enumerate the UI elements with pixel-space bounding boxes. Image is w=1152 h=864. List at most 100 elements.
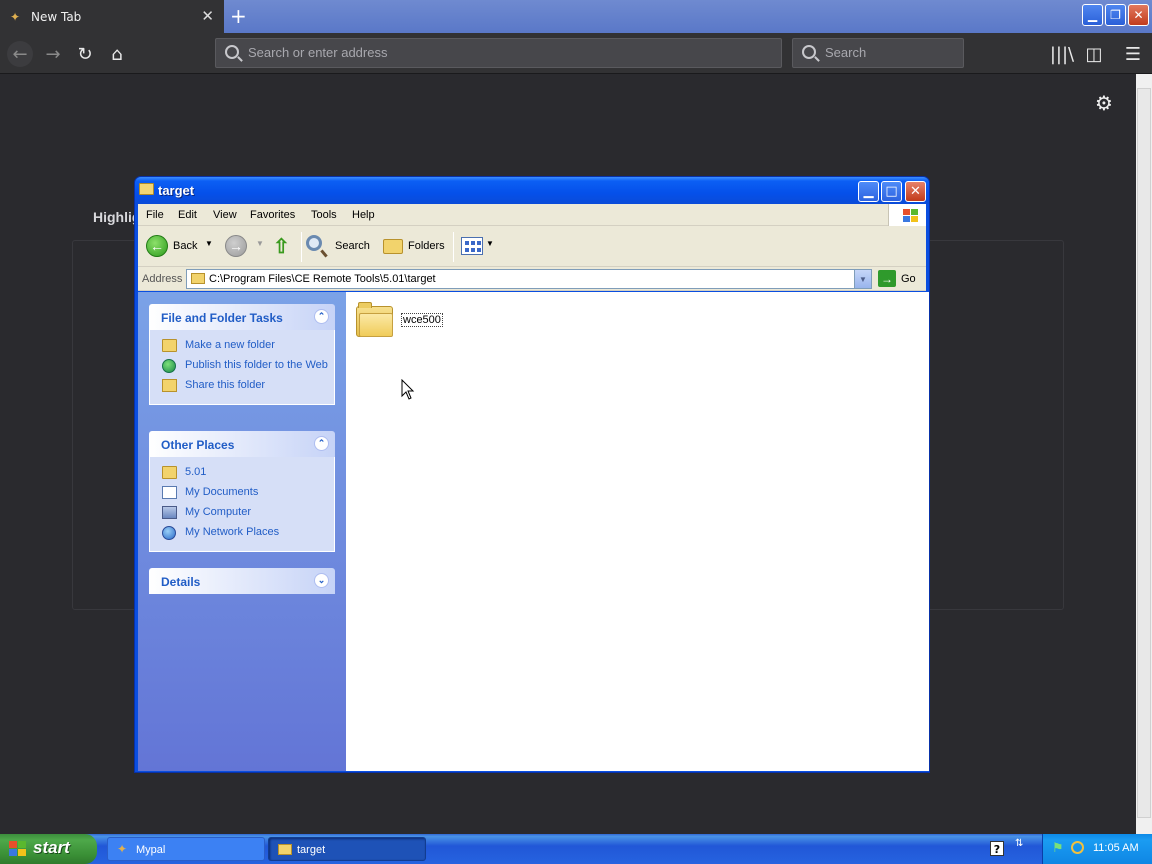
help-icon[interactable]: ? [990,841,1004,856]
folders-button-label[interactable]: Folders [408,240,445,252]
library-icon[interactable]: |||\ [1049,41,1075,67]
tab-title: New Tab [31,9,82,24]
browser-close-button[interactable]: ✕ [1128,4,1149,26]
forward-dropdown-icon[interactable]: ▼ [256,239,264,248]
new-tab-button[interactable]: + [230,5,247,27]
menu-bar: File Edit View Favorites Tools Help [138,204,926,226]
url-bar[interactable]: Search or enter address [215,38,782,68]
other-places-group: Other Places ⌃ 5.01 My Documents My Comp… [149,431,335,552]
collapse-chevron-icon[interactable]: ⌃ [314,309,329,324]
menu-view[interactable]: View [213,209,237,221]
browser-minimize-button[interactable]: ▁ [1082,4,1103,26]
task-label: Make a new folder [185,339,275,351]
folder-icon[interactable] [356,302,393,338]
tab-new-tab[interactable]: ✦ New Tab ✕ [0,0,224,33]
folder-front-shape [359,313,393,337]
menu-file[interactable]: File [146,209,164,221]
toolbar-separator [301,232,302,262]
back-dropdown-icon[interactable]: ▼ [205,239,213,248]
menu-tools[interactable]: Tools [311,209,337,221]
standard-toolbar: ← Back ▼ → ▼ ⇧ Search Folders ▼ [138,226,926,267]
network-arrows-icon[interactable]: ⇅ [1015,839,1023,849]
chevron-down-icon[interactable]: ▼ [854,270,871,288]
place-my-network-places[interactable]: My Network Places [150,523,334,543]
mypal-icon: ✦ [117,842,128,856]
page-scrollbar[interactable] [1136,74,1152,834]
back-button-label[interactable]: Back [173,240,197,252]
reload-icon[interactable]: ↻ [72,41,98,67]
mouse-cursor-icon [401,379,415,400]
go-button-label[interactable]: Go [901,273,916,285]
system-tray: ⚑ 11:05 AM [1042,834,1152,864]
network-tray-icon[interactable]: ⚑ [1052,841,1065,856]
views-dropdown-icon[interactable]: ▼ [486,239,494,248]
search-icon[interactable] [306,235,322,251]
share-folder-icon [162,379,177,392]
mypal-favicon-icon: ✦ [10,9,21,24]
folders-icon[interactable] [383,239,403,254]
start-button[interactable]: start [0,834,97,864]
place-my-computer[interactable]: My Computer [150,503,334,523]
tab-close-icon[interactable]: ✕ [201,8,214,24]
task-pane: File and Folder Tasks ⌃ Make a new folde… [138,292,346,771]
task-publish-folder[interactable]: Publish this folder to the Web [150,356,334,376]
taskbar-button-label: target [297,844,326,856]
file-folder-tasks-group: File and Folder Tasks ⌃ Make a new folde… [149,304,335,405]
place-5-01[interactable]: 5.01 [150,463,334,483]
search-placeholder: Search [825,45,867,60]
details-group: Details ⌄ [149,568,335,594]
back-icon[interactable]: ← [146,235,168,257]
search-bar-icon [802,45,816,59]
scrollbar-thumb[interactable] [1137,88,1151,818]
clock[interactable]: 11:05 AM [1093,842,1139,854]
folder-icon [162,466,177,479]
file-list-pane[interactable]: wce500 [346,292,929,771]
address-bar: Address C:\Program Files\CE Remote Tools… [138,267,926,291]
menu-favorites[interactable]: Favorites [250,209,295,221]
back-arrow-icon[interactable]: ← [7,41,33,67]
browser-restore-button[interactable]: ❐ [1105,4,1126,26]
other-places-body: 5.01 My Documents My Computer My Network… [149,457,335,552]
toolbar-separator [453,232,454,262]
explorer-minimize-button[interactable]: ▁ [858,181,879,202]
task-share-folder[interactable]: Share this folder [150,376,334,396]
hamburger-menu-icon[interactable]: ☰ [1120,41,1146,67]
menu-help[interactable]: Help [352,209,375,221]
collapse-chevron-icon[interactable]: ⌃ [314,436,329,451]
home-icon[interactable]: ⌂ [104,41,130,67]
up-folder-icon[interactable]: ⇧ [273,234,295,258]
search-button-label[interactable]: Search [335,240,370,252]
menu-edit[interactable]: Edit [178,209,197,221]
url-search-icon [225,45,239,59]
forward-icon[interactable]: → [225,235,247,257]
search-tray-icon[interactable] [1071,841,1084,854]
task-label: Share this folder [185,379,266,391]
taskbar-button-target[interactable]: target [268,837,426,861]
file-folder-tasks-body: Make a new folder Publish this folder to… [149,330,335,405]
group-title: Other Places [161,438,235,452]
expand-chevron-icon[interactable]: ⌄ [314,573,329,588]
folder-item-label[interactable]: wce500 [401,313,443,327]
file-folder-tasks-header[interactable]: File and Folder Tasks ⌃ [149,304,335,330]
explorer-close-button[interactable]: ✕ [905,181,926,202]
sidebar-icon[interactable]: ◫ [1081,41,1107,67]
taskbar: start ✦ Mypal target ? ⇅ ⚑ 11:05 AM [0,834,1152,864]
search-bar[interactable]: Search [792,38,964,68]
folder-icon [278,844,292,855]
details-header[interactable]: Details ⌄ [149,568,335,594]
address-path[interactable]: C:\Program Files\CE Remote Tools\5.01\ta… [209,273,436,285]
gear-icon[interactable]: ⚙ [1095,92,1113,114]
start-label: start [33,838,70,857]
explorer-title-bar[interactable]: target ▁ □ ✕ [135,177,929,204]
place-my-documents[interactable]: My Documents [150,483,334,503]
forward-arrow-icon[interactable]: → [40,41,66,67]
address-label: Address [142,273,183,285]
address-input[interactable]: C:\Program Files\CE Remote Tools\5.01\ta… [186,269,872,289]
task-label: Publish this folder to the Web [185,359,328,371]
other-places-header[interactable]: Other Places ⌃ [149,431,335,457]
task-make-new-folder[interactable]: Make a new folder [150,336,334,356]
views-icon[interactable] [461,237,483,255]
explorer-maximize-button[interactable]: □ [881,181,902,202]
go-arrow-icon[interactable]: → [878,270,896,287]
taskbar-button-mypal[interactable]: ✦ Mypal [107,837,265,861]
